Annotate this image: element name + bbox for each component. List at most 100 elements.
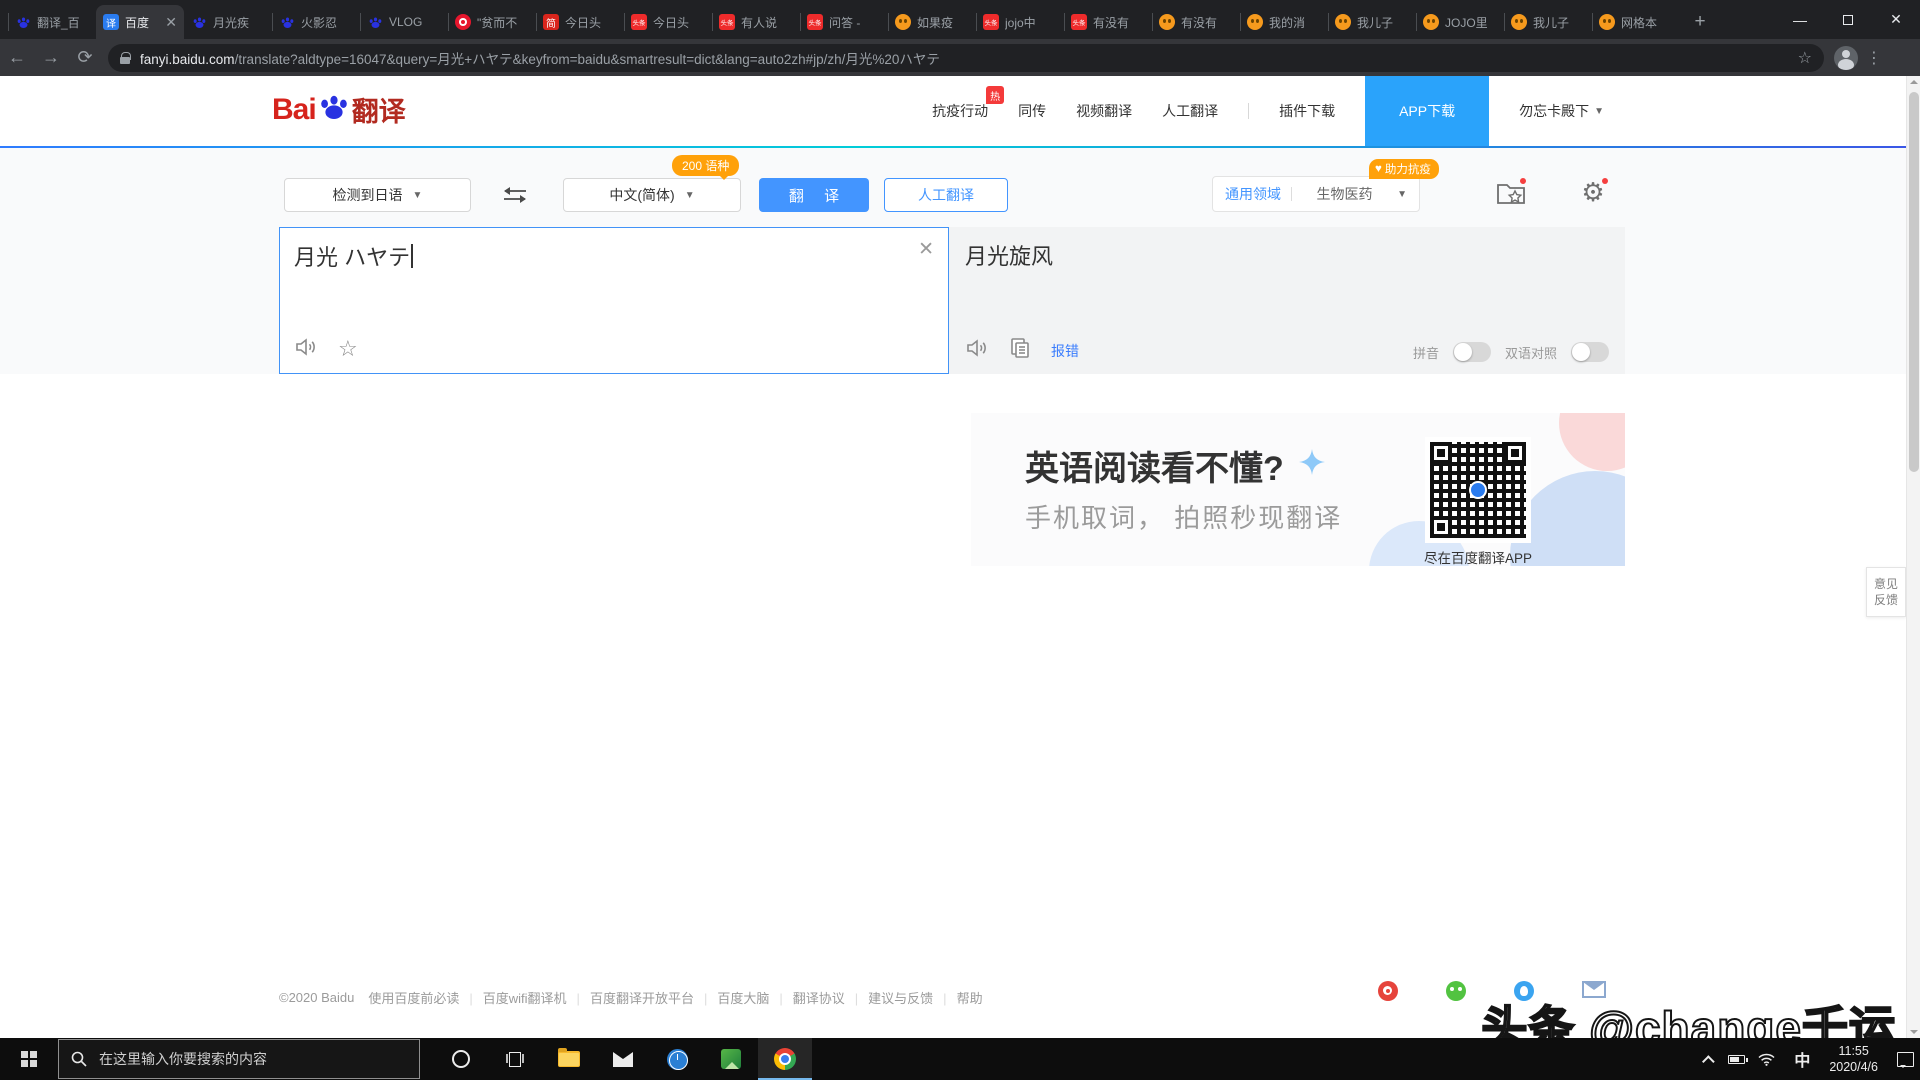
browser-tab[interactable]: 译百度✕ bbox=[96, 5, 184, 39]
browser-tab[interactable]: 月光疾 bbox=[184, 5, 272, 39]
page-scrollbar[interactable] bbox=[1906, 76, 1920, 1038]
favorites-folder-icon[interactable] bbox=[1494, 176, 1528, 210]
taskbar-app-mail[interactable] bbox=[596, 1038, 650, 1080]
browser-tab[interactable]: 翻译_百 bbox=[8, 5, 96, 39]
browser-tab[interactable]: 网格本 bbox=[1592, 5, 1680, 39]
tab-close-icon[interactable]: ✕ bbox=[165, 14, 177, 31]
source-text[interactable]: 月光 ハヤテ bbox=[294, 240, 413, 272]
footer-link[interactable]: 建议与反馈 bbox=[868, 991, 933, 1006]
taskbar-app-cortana[interactable] bbox=[434, 1038, 488, 1080]
action-center-icon[interactable] bbox=[1897, 1052, 1914, 1067]
close-button[interactable]: ✕ bbox=[1872, 0, 1920, 39]
address-bar[interactable]: fanyi.baidu.com/translate?aldtype=16047&… bbox=[108, 44, 1824, 72]
nav-item[interactable]: 同传 bbox=[1018, 101, 1046, 121]
domain-select[interactable]: 通用领域 生物医药 ▼ bbox=[1212, 176, 1420, 212]
bookmark-star-icon[interactable]: ☆ bbox=[1798, 48, 1812, 68]
browser-menu-icon[interactable]: ⋮ bbox=[1866, 48, 1882, 68]
browser-tab[interactable]: VLOG bbox=[360, 5, 448, 39]
nav-item[interactable]: 人工翻译 bbox=[1162, 101, 1218, 121]
speak-result-icon[interactable] bbox=[965, 337, 989, 364]
taskbar-app-clock[interactable] bbox=[650, 1038, 704, 1080]
reload-icon[interactable]: ⟳ bbox=[68, 47, 102, 68]
wechat-icon[interactable] bbox=[1446, 981, 1466, 1001]
browser-tab[interactable]: 我儿子 bbox=[1328, 5, 1416, 39]
chevron-down-icon: ▼ bbox=[685, 190, 695, 201]
taskbar-app-taskview[interactable] bbox=[488, 1038, 542, 1080]
taskbar-search[interactable]: 在这里输入你要搜索的内容 bbox=[58, 1039, 420, 1079]
feedback-tab[interactable]: 意见 反馈 bbox=[1866, 567, 1906, 617]
browser-tab[interactable]: 有没有 bbox=[1152, 5, 1240, 39]
taskbar-app-folder[interactable] bbox=[542, 1038, 596, 1080]
scroll-down-arrow[interactable] bbox=[1910, 1030, 1918, 1034]
app-promo-banner[interactable]: 英语阅读看不懂? 手机取词， 拍照秒现翻译 尽在百度翻译APP bbox=[971, 413, 1625, 566]
notification-dot bbox=[1520, 178, 1526, 184]
browser-tab[interactable]: 头条今日头 bbox=[624, 5, 712, 39]
nav-item[interactable]: 视频翻译 bbox=[1076, 101, 1132, 121]
scrollbar-thumb[interactable] bbox=[1909, 92, 1919, 472]
browser-tab[interactable]: 火影忍 bbox=[272, 5, 360, 39]
browser-tab[interactable]: JOJO里 bbox=[1416, 5, 1504, 39]
favorite-star-icon[interactable]: ☆ bbox=[338, 339, 358, 361]
tab-title: 月光疾 bbox=[213, 14, 265, 31]
user-menu[interactable]: 勿忘卡殿下▼ bbox=[1519, 101, 1604, 121]
new-tab-button[interactable]: + bbox=[1686, 8, 1714, 36]
minimize-button[interactable]: — bbox=[1776, 0, 1824, 39]
footer-link[interactable]: 百度翻译开放平台 bbox=[590, 991, 694, 1006]
tab-title: 网格本 bbox=[1621, 14, 1673, 31]
swap-languages-icon[interactable] bbox=[497, 180, 533, 210]
report-error-link[interactable]: 报错 bbox=[1051, 341, 1079, 361]
battery-icon[interactable] bbox=[1728, 1055, 1745, 1064]
browser-tab[interactable]: 头条jojo中 bbox=[976, 5, 1064, 39]
system-tray: 中 11:55 2020/4/6 bbox=[1706, 1038, 1914, 1080]
wifi-icon[interactable] bbox=[1758, 1053, 1775, 1066]
footer-link[interactable]: 百度wifi翻译机 bbox=[483, 991, 567, 1006]
jianshu-favicon: 简 bbox=[543, 14, 559, 30]
secure-lock-icon[interactable] bbox=[120, 52, 130, 64]
browser-tab[interactable]: 如果疫 bbox=[888, 5, 976, 39]
forward-icon[interactable]: → bbox=[34, 47, 68, 68]
browser-tab[interactable]: 我儿子 bbox=[1504, 5, 1592, 39]
nav-item[interactable]: 插件下载 bbox=[1279, 101, 1335, 121]
browser-tab[interactable]: 头条问答 - bbox=[800, 5, 888, 39]
tray-expand-icon[interactable] bbox=[1702, 1055, 1715, 1068]
copy-result-icon[interactable] bbox=[1009, 337, 1031, 364]
browser-tab[interactable]: "贫而不 bbox=[448, 5, 536, 39]
profile-avatar[interactable] bbox=[1834, 46, 1858, 70]
browser-tab[interactable]: 头条有没有 bbox=[1064, 5, 1152, 39]
browser-tab[interactable]: 我的消 bbox=[1240, 5, 1328, 39]
settings-gear-icon[interactable]: ⚙ bbox=[1576, 176, 1610, 210]
translate-button[interactable]: 翻 译 bbox=[759, 178, 869, 212]
footer-link[interactable]: 使用百度前必读 bbox=[368, 991, 459, 1006]
taskbar-apps bbox=[434, 1038, 812, 1080]
url-text[interactable]: fanyi.baidu.com/translate?aldtype=16047&… bbox=[140, 48, 1790, 68]
baidu-paw-favicon bbox=[279, 14, 295, 30]
back-icon[interactable]: ← bbox=[0, 47, 34, 68]
footer-link[interactable]: 百度大脑 bbox=[717, 991, 769, 1006]
browser-tab[interactable]: 头条有人说 bbox=[712, 5, 800, 39]
footer-link[interactable]: 翻译协议 bbox=[793, 991, 845, 1006]
app-download-button[interactable]: APP下载 bbox=[1365, 76, 1489, 146]
human-translate-button[interactable]: 人工翻译 bbox=[884, 178, 1008, 212]
browser-tab[interactable]: 简今日头 bbox=[536, 5, 624, 39]
tab-title: 翻译_百 bbox=[37, 14, 89, 31]
taskbar-clock[interactable]: 11:55 2020/4/6 bbox=[1829, 1043, 1878, 1075]
scroll-up-arrow[interactable] bbox=[1910, 80, 1918, 84]
bilingual-toggle[interactable] bbox=[1571, 342, 1609, 362]
target-language-select[interactable]: 中文(简体)▼ bbox=[563, 178, 741, 212]
nav-item[interactable]: 抗疫行动热 bbox=[932, 101, 988, 121]
ime-indicator[interactable]: 中 bbox=[1794, 1047, 1810, 1071]
weibo-icon[interactable] bbox=[1378, 981, 1398, 1001]
source-text-panel[interactable]: 月光 ハヤテ ✕ ☆ bbox=[279, 227, 949, 374]
source-language-select[interactable]: 检测到日语▼ bbox=[284, 178, 471, 212]
speak-source-icon[interactable] bbox=[294, 336, 318, 363]
baidu-translate-logo[interactable]: Bai 翻译 bbox=[272, 90, 406, 129]
clear-input-icon[interactable]: ✕ bbox=[918, 238, 934, 261]
orange-favicon bbox=[1335, 14, 1351, 30]
watermark: 头条 @change千运 bbox=[1481, 992, 1896, 1038]
footer-link[interactable]: 帮助 bbox=[957, 991, 983, 1006]
pinyin-toggle[interactable] bbox=[1453, 342, 1491, 362]
taskbar-app-photos[interactable] bbox=[704, 1038, 758, 1080]
restore-button[interactable] bbox=[1824, 0, 1872, 39]
taskbar-app-chrome[interactable] bbox=[758, 1038, 812, 1080]
start-button[interactable] bbox=[0, 1038, 58, 1080]
